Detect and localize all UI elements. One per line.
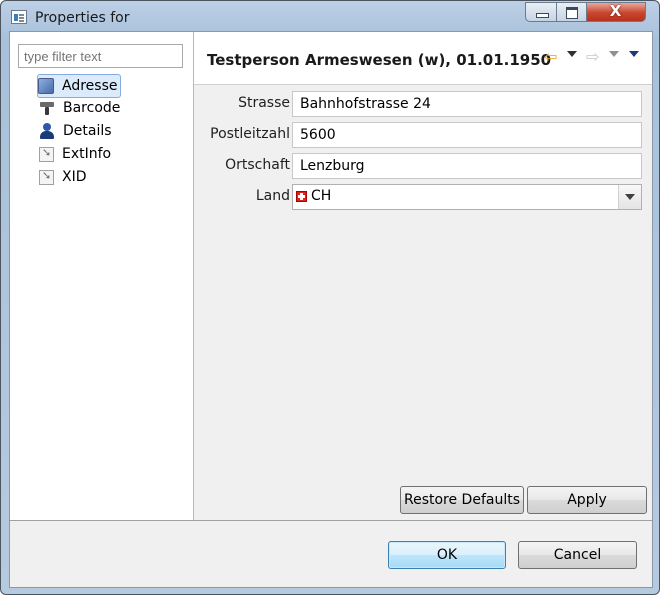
property-tree-pane: Adresse Barcode Details ExtInfo XID bbox=[10, 32, 194, 520]
tree-item-label: ExtInfo bbox=[62, 146, 112, 162]
maximize-icon bbox=[566, 7, 578, 19]
tree-item-label: Adresse bbox=[62, 78, 118, 94]
address-book-icon bbox=[38, 78, 54, 94]
page-title: Testperson Armeswesen (w), 01.01.1950 bbox=[207, 51, 552, 69]
barcode-scanner-icon bbox=[39, 100, 55, 116]
land-label: Land bbox=[255, 188, 290, 204]
dialog-client-area: Adresse Barcode Details ExtInfo XID Test… bbox=[9, 31, 653, 588]
ortschaft-label: Ortschaft bbox=[225, 157, 290, 173]
back-arrow-icon[interactable]: ⇦ bbox=[544, 47, 557, 66]
forward-history-dropdown[interactable] bbox=[609, 51, 619, 57]
restore-defaults-button[interactable]: Restore Defaults bbox=[400, 486, 524, 514]
close-button[interactable]: X bbox=[587, 2, 646, 22]
tree-item-label: Barcode bbox=[63, 100, 121, 116]
swiss-flag-icon bbox=[296, 191, 307, 202]
strasse-field[interactable]: Bahnhofstrasse 24 bbox=[292, 91, 642, 117]
title-bar[interactable]: Properties for X bbox=[1, 1, 659, 31]
postleitzahl-label: Postleitzahl bbox=[210, 126, 290, 142]
link-arrow-icon bbox=[39, 169, 54, 185]
link-arrow-icon bbox=[39, 146, 54, 162]
tree-item-xid[interactable]: XID bbox=[39, 166, 90, 188]
ortschaft-field[interactable]: Lenzburg bbox=[292, 153, 642, 179]
minimize-button[interactable] bbox=[525, 2, 557, 22]
filter-input[interactable] bbox=[18, 44, 183, 68]
property-page: Testperson Armeswesen (w), 01.01.1950 ⇦ … bbox=[194, 32, 652, 520]
tree-item-adresse[interactable]: Adresse bbox=[37, 74, 122, 98]
properties-dialog: Properties for X Adresse Barcode Details… bbox=[0, 0, 660, 595]
tree-item-barcode[interactable]: Barcode bbox=[39, 97, 123, 119]
cancel-button[interactable]: Cancel bbox=[518, 541, 637, 569]
forward-arrow-icon[interactable]: ⇨ bbox=[586, 47, 599, 66]
land-row: Land CH bbox=[194, 184, 652, 210]
window-title: Properties for bbox=[35, 10, 130, 26]
apply-button[interactable]: Apply bbox=[527, 486, 647, 514]
close-icon: X bbox=[609, 2, 622, 20]
view-menu-icon[interactable] bbox=[629, 51, 639, 57]
tree-item-label: XID bbox=[62, 169, 87, 185]
maximize-button[interactable] bbox=[557, 2, 587, 22]
ok-button[interactable]: OK bbox=[388, 541, 506, 569]
chevron-down-icon[interactable] bbox=[618, 185, 641, 209]
strasse-row: Strasse Bahnhofstrasse 24 bbox=[194, 91, 652, 117]
land-select[interactable]: CH bbox=[292, 184, 642, 210]
person-icon bbox=[39, 123, 55, 139]
tree-item-extinfo[interactable]: ExtInfo bbox=[39, 143, 114, 165]
tree-item-label: Details bbox=[63, 123, 112, 139]
page-header: Testperson Armeswesen (w), 01.01.1950 ⇦ … bbox=[194, 32, 652, 85]
tree-item-details[interactable]: Details bbox=[39, 120, 115, 142]
window-app-icon bbox=[11, 10, 27, 24]
land-selected-value: CH bbox=[311, 188, 332, 204]
postleitzahl-row: Postleitzahl 5600 bbox=[194, 122, 652, 148]
button-bar-separator bbox=[10, 520, 652, 521]
strasse-label: Strasse bbox=[238, 95, 290, 111]
back-history-dropdown[interactable] bbox=[567, 51, 577, 57]
postleitzahl-field[interactable]: 5600 bbox=[292, 122, 642, 148]
minimize-icon bbox=[536, 13, 549, 18]
ortschaft-row: Ortschaft Lenzburg bbox=[194, 153, 652, 179]
